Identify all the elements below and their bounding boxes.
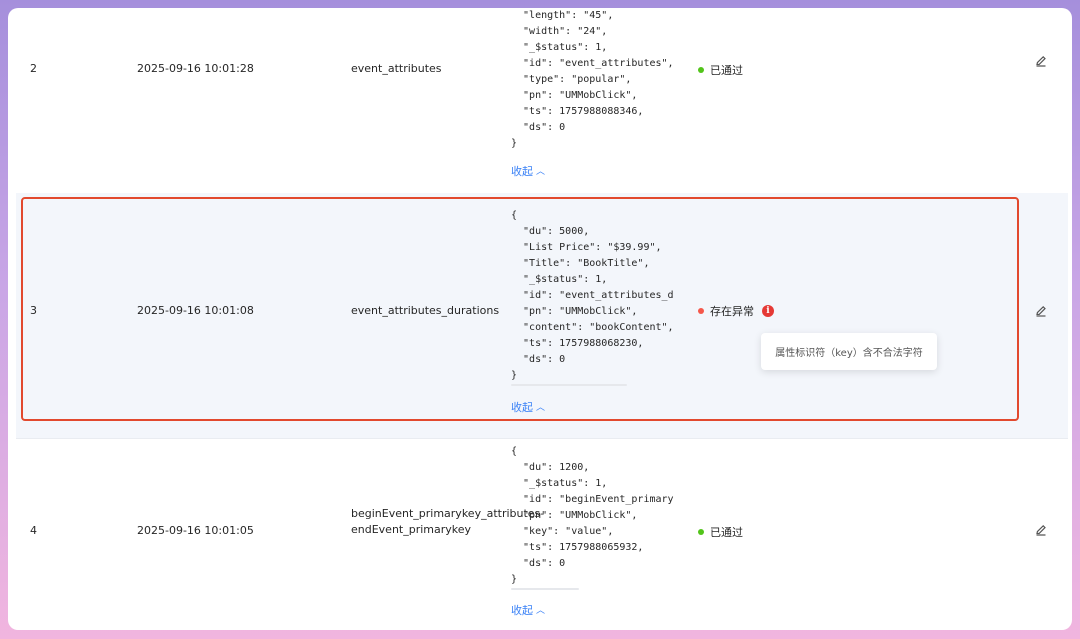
status-badge: 存在异常 i xyxy=(698,303,774,319)
status-dot xyxy=(698,529,704,535)
collapse-label: 收起 xyxy=(511,165,533,178)
tooltip-text: 属性标识符（key）含不合法字符 xyxy=(775,348,923,359)
row-json-attributes: { "du": 5000, "List Price": "$39.99", "T… xyxy=(511,210,674,381)
collapse-button[interactable]: 收起 ︿ xyxy=(511,399,545,415)
row-event-name: event_attributes_durations xyxy=(351,304,500,317)
records-table: 2 2025-09-16 10:01:28 event_attributes "… xyxy=(8,8,1072,630)
status-text: 存在异常 xyxy=(710,305,754,318)
status-text: 已通过 xyxy=(710,526,743,539)
row-json-attributes: { "du": 1200, "_$status": 1, "id": "begi… xyxy=(511,446,674,585)
status-dot xyxy=(698,67,704,73)
edit-icon[interactable] xyxy=(1034,523,1048,537)
row-event-name: beginEvent_primarykey_attributes-endEven… xyxy=(351,507,545,536)
row-index: 3 xyxy=(30,304,37,317)
edit-icon[interactable] xyxy=(1034,54,1048,68)
row-time: 2025-09-16 10:01:28 xyxy=(137,62,254,75)
chevron-up-icon: ︿ xyxy=(536,403,546,413)
collapse-button[interactable]: 收起 ︿ xyxy=(511,163,545,179)
status-badge: 已通过 xyxy=(698,524,743,540)
collapse-label: 收起 xyxy=(511,604,533,617)
error-tooltip: 属性标识符（key）含不合法字符 xyxy=(761,333,937,370)
chevron-up-icon: ︿ xyxy=(536,606,546,616)
row-index: 4 xyxy=(30,524,37,537)
json-scrollbar[interactable] xyxy=(511,588,579,590)
info-icon[interactable]: i xyxy=(762,305,774,317)
row-json-attributes: "length": "45", "width": "24", "_$status… xyxy=(511,10,674,149)
json-scrollbar[interactable] xyxy=(511,384,627,386)
edit-icon[interactable] xyxy=(1034,304,1048,318)
status-dot xyxy=(698,308,704,314)
row-index: 2 xyxy=(30,62,37,75)
collapse-label: 收起 xyxy=(511,401,533,414)
chevron-up-icon: ︿ xyxy=(536,167,546,177)
collapse-button[interactable]: 收起 ︿ xyxy=(511,602,545,618)
row-time: 2025-09-16 10:01:08 xyxy=(137,304,254,317)
status-badge: 已通过 xyxy=(698,62,743,78)
row-time: 2025-09-16 10:01:05 xyxy=(137,524,254,537)
row-event-name: event_attributes xyxy=(351,62,442,75)
status-text: 已通过 xyxy=(710,64,743,77)
